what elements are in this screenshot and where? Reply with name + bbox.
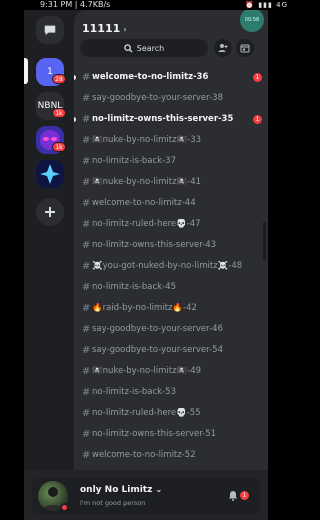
channel-name: welcome-to-no-limitz-44 [92,198,196,208]
server-rail: 1 28 NBNL 1k 1k [24,10,74,520]
channel-name: ☠️you-got-nuked-by-no-limitz☠️-48 [92,261,243,271]
channel-name: no-limitz-ruled-here💀-47 [92,219,201,229]
server-avatar-icon [36,160,64,188]
channel-name: 🏴‍☠️nuke-by-no-limitz🏴‍☠️-49 [92,366,202,376]
guild-header[interactable]: 11111 › [82,22,127,35]
chevron-right-icon: › [123,25,127,34]
server-icon-4[interactable] [36,160,64,188]
call-timer-bubble[interactable]: 00:58 [240,10,264,32]
channel-item[interactable]: # say-goodbye-to-your-server-54 [74,341,268,359]
hash-icon: # [82,344,91,356]
channel-name: no-limitz-ruled-here💀-55 [92,408,201,418]
server-badge: 1k [52,108,66,118]
hash-icon: # [82,428,91,440]
channel-name: no-limitz-owns-this-server-35 [92,114,234,124]
channel-item[interactable]: # no-limitz-owns-this-server-51 [74,425,268,443]
channel-item[interactable]: # ☠️you-got-nuked-by-no-limitz☠️-48 [74,257,268,275]
channel-name: no-limitz-owns-this-server-51 [92,429,217,439]
bell-icon[interactable] [228,490,238,501]
search-button[interactable]: Search [80,39,208,57]
hash-icon: # [82,365,91,377]
channel-name: no-limitz-is-back-37 [92,156,176,166]
dnd-status-dot [60,503,69,512]
channel-item[interactable]: # 🏴‍☠️nuke-by-no-limitz🏴‍☠️-49 [74,362,268,380]
events-button[interactable] [236,39,254,57]
search-icon [124,43,133,53]
selected-server-indicator [24,58,28,84]
channel-name: no-limitz-is-back-53 [92,387,176,397]
channel-item[interactable]: # 🏴‍☠️nuke-by-no-limitz🏴‍☠️-41 [74,173,268,191]
invite-members-button[interactable] [214,39,232,57]
server-badge: 1k [52,142,66,152]
channel-item[interactable]: # no-limitz-ruled-here💀-55 [74,404,268,422]
hash-icon: # [82,281,91,293]
scrollbar-thumb[interactable] [263,222,266,260]
channel-item[interactable]: # 🔥raid-by-no-limitz🔥-42 [74,299,268,317]
status-time: 9:31 PM | 4.7KB/s [40,0,111,9]
hash-icon: # [82,218,91,230]
user-card[interactable]: only No Limitz ⌄ I'm not good person 1 [32,478,260,514]
channel-item[interactable]: # welcome-to-no-limitz-44 [74,194,268,212]
chevron-down-icon: ⌄ [155,485,163,494]
hash-icon: # [82,71,91,83]
channel-panel: 11111 › 00:58 Search # welcome-to-no-limit… [74,10,268,520]
channel-item[interactable]: # no-limitz-ruled-here💀-47 [74,215,268,233]
channel-item[interactable]: # no-limitz-is-back-53 [74,383,268,401]
channel-item[interactable]: # no-limitz-owns-this-server-43 [74,236,268,254]
guild-name: 11111 [82,22,121,35]
channel-item[interactable]: # say-goodbye-to-your-server-46 [74,320,268,338]
channel-name: welcome-to-no-limitz-52 [92,450,196,460]
custom-status: I'm not good person [80,499,146,507]
channel-name: 🏴‍☠️nuke-by-no-limitz🏴‍☠️-41 [92,177,202,187]
channel-item[interactable]: # welcome-to-no-limitz-36 1 [74,68,268,86]
status-bar: 9:31 PM | 4.7KB/s ⏰ ▮▮▮ 4G [0,0,292,10]
calendar-icon [240,44,250,53]
hash-icon: # [82,113,91,125]
channel-name: no-limitz-is-back-45 [92,282,176,292]
channel-name: say-goodbye-to-your-server-46 [92,324,223,334]
channel-name: no-limitz-owns-this-server-43 [92,240,217,250]
chat-bubble-icon [44,25,56,36]
channel-name: say-goodbye-to-your-server-54 [92,345,223,355]
add-member-icon [218,44,228,52]
channel-name: say-goodbye-to-your-server-38 [92,93,223,103]
channel-item[interactable]: # no-limitz-is-back-45 [74,278,268,296]
user-bar: only No Limitz ⌄ I'm not good person 1 [24,470,268,520]
hash-icon: # [82,386,91,398]
hash-icon: # [82,197,91,209]
status-indicators: ⏰ ▮▮▮ 4G [245,1,288,9]
call-time: 00:58 [244,17,260,23]
hash-icon: # [82,155,91,167]
channel-name: 🔥raid-by-no-limitz🔥-42 [92,303,197,313]
direct-messages-button[interactable] [36,16,64,44]
hash-icon: # [82,239,91,251]
channel-item[interactable]: # 🏴‍☠️nuke-by-no-limitz🏴‍☠️-33 [74,131,268,149]
hash-icon: # [82,323,91,335]
hash-icon: # [82,449,91,461]
discord-app: 1 28 NBNL 1k 1k 11111 › 00:58 Search # w… [24,10,268,520]
username[interactable]: only No Limitz ⌄ [80,485,162,495]
hash-icon: # [82,407,91,419]
hash-icon: # [82,92,91,104]
hash-icon: # [82,134,91,146]
channel-item[interactable]: # no-limitz-is-back-37 [74,152,268,170]
plus-icon [45,207,55,217]
notification-badge: 1 [240,491,249,500]
channel-name: welcome-to-no-limitz-36 [92,72,209,82]
username-label: only No Limitz [80,485,153,495]
channel-item[interactable]: # say-goodbye-to-your-server-38 [74,89,268,107]
channel-badge: 1 [253,72,262,82]
hash-icon: # [82,302,91,314]
hash-icon: # [82,260,91,272]
hash-icon: # [82,176,91,188]
channel-name: 🏴‍☠️nuke-by-no-limitz🏴‍☠️-33 [92,135,202,145]
search-label: Search [136,43,165,53]
channel-item[interactable]: # welcome-to-no-limitz-52 [74,446,268,464]
add-server-button[interactable] [36,198,64,226]
channel-item[interactable]: # no-limitz-owns-this-server-35 1 [74,110,268,128]
channel-badge: 1 [253,114,262,124]
server-badge: 28 [52,74,66,84]
